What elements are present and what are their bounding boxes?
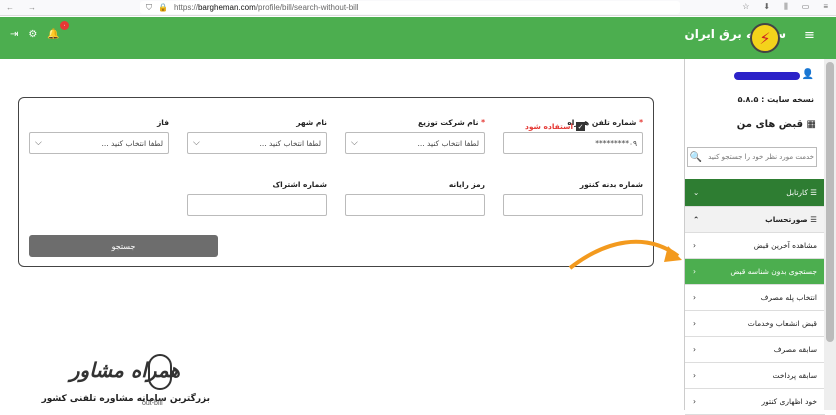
user-row: 👤 bbox=[684, 65, 824, 87]
service-search-input[interactable] bbox=[704, 153, 814, 161]
sidebar-item-label: صورتحساب bbox=[765, 215, 808, 224]
chevron-down-icon: ⌃ bbox=[693, 215, 700, 224]
my-bills-link[interactable]: ▦ قبض های من bbox=[684, 119, 824, 137]
company-select[interactable]: لطفا انتخاب کنید ... ⌵ bbox=[345, 132, 485, 154]
sidebar-menu: ☰ کارتابل ⌄ ☰ صورتحساب ⌃ مشاهده آخرین قبض ‹ جس… bbox=[685, 179, 825, 415]
search-form: * شماره تلفن همراه ۰۹********* ✓ استفاده… bbox=[18, 97, 654, 267]
sidebar-item[interactable]: سابقه مصرف ‹ bbox=[685, 337, 825, 363]
logout-icon[interactable]: ⇥ bbox=[10, 29, 18, 40]
app-header: ⇥ ⚙ 🔔 ۰ سامانه برق ایران ⚡ ≡ bbox=[0, 17, 836, 59]
shield-icon: ⛉ bbox=[146, 2, 152, 12]
sidebar: 👤 نسخه سایت : ۵.۸.۵ ▦ قبض های من 🔍 ☰ کار… bbox=[684, 59, 825, 415]
browser-nav: ← → bbox=[0, 3, 36, 12]
hamburger-icon[interactable]: ≡ bbox=[804, 28, 815, 43]
phase-label: فاز bbox=[156, 118, 169, 127]
sidebar-item-text: سابقه پرداخت bbox=[772, 371, 817, 380]
sidebar-item-label: کارتابل bbox=[786, 188, 808, 197]
browser-icons: ☆ ⬇ ⫼ ▭ ≡ bbox=[742, 2, 828, 12]
check-icon[interactable]: ✓ bbox=[576, 122, 586, 131]
version-text: نسخه سایت : ۵.۸.۵ bbox=[737, 95, 814, 104]
pocket-icon[interactable]: ⬇ bbox=[763, 2, 770, 12]
site-version: نسخه سایت : ۵.۸.۵ bbox=[684, 95, 824, 109]
sidebar-item[interactable]: قبض انشعاب وخدمات ‹ bbox=[685, 311, 825, 337]
forward-icon[interactable]: → bbox=[28, 3, 36, 12]
city-select[interactable]: لطفا انتخاب کنید ... ⌵ bbox=[187, 132, 327, 154]
annotation-arrow bbox=[568, 239, 682, 270]
notification-badge: ۰ bbox=[60, 21, 69, 30]
chevron-down-icon: ⌄ bbox=[693, 188, 700, 197]
chevron-down-icon: ⌵ bbox=[35, 138, 42, 148]
gear-icon[interactable]: ⚙ bbox=[28, 29, 37, 40]
browser-toolbar: ← → ⛉ 🔒 https://bargheman.com/profile/bi… bbox=[0, 0, 836, 16]
sidebar-item-text: انتخاب پله مصرف bbox=[761, 293, 817, 302]
chevron-down-icon: ⌵ bbox=[351, 138, 358, 148]
use-phone-checkbox[interactable]: ✓ استفاده شود bbox=[525, 122, 586, 131]
phone-input[interactable]: ۰۹********* bbox=[503, 132, 643, 154]
service-search: 🔍 bbox=[687, 147, 817, 167]
chevron-left-icon: ‹ bbox=[693, 267, 696, 276]
city-label: نام شهر bbox=[296, 118, 327, 127]
header-actions: ⇥ ⚙ 🔔 bbox=[10, 29, 60, 40]
sidebar-item[interactable]: ☰ کارتابل ⌄ bbox=[685, 179, 825, 207]
user-icon: 👤 bbox=[801, 69, 814, 80]
library-icon[interactable]: ⫼ bbox=[784, 2, 788, 12]
chevron-left-icon: ‹ bbox=[693, 293, 696, 302]
sidebar-item[interactable]: خود اظهاری کنتور ‹ bbox=[685, 389, 825, 415]
chevron-left-icon: ‹ bbox=[693, 319, 696, 328]
sidebar-item[interactable]: انتخاب پله مصرف ‹ bbox=[685, 285, 825, 311]
meter-input[interactable] bbox=[503, 194, 643, 216]
list-icon: ☰ bbox=[807, 215, 817, 224]
search-icon[interactable]: 🔍 bbox=[688, 152, 704, 163]
sidebar-item-label: سابقه پرداخت bbox=[772, 371, 817, 380]
chevron-left-icon: ‹ bbox=[693, 397, 696, 406]
status-url: out-bill bbox=[142, 400, 163, 407]
chevron-down-icon: ⌵ bbox=[193, 138, 200, 148]
sidebar-item-text: قبض انشعاب وخدمات bbox=[748, 319, 817, 328]
sidebar-item-label: قبض انشعاب وخدمات bbox=[747, 319, 817, 328]
sidebar-item[interactable]: جستجوی بدون شناسه قبض ‹ bbox=[685, 259, 825, 285]
sidebar-item-text: سابقه مصرف bbox=[774, 345, 817, 354]
lock-icon: 🔒 bbox=[158, 3, 168, 12]
scrollbar-thumb[interactable] bbox=[826, 62, 834, 342]
chevron-left-icon: ‹ bbox=[693, 345, 696, 354]
url-text: https://bargheman.com/profile/bill/searc… bbox=[173, 3, 359, 12]
watermark-title: همراه مشاور bbox=[69, 358, 180, 382]
sidebar-item-text: جستجوی بدون شناسه قبض bbox=[730, 267, 817, 276]
phase-select[interactable]: لطفا انتخاب کنید ... ⌵ bbox=[29, 132, 169, 154]
watermark: همراه مشاور بزرگترین سامانه مشاوره تلفنی… bbox=[10, 350, 210, 410]
sidebar-item-text: ☰ صورتحساب bbox=[765, 215, 817, 224]
more-menu-icon[interactable]: ≡ bbox=[823, 2, 828, 12]
list-icon: ☰ bbox=[807, 188, 817, 197]
sidebar-item-text: خود اظهاری کنتور bbox=[762, 397, 818, 406]
code-input[interactable] bbox=[345, 194, 485, 216]
redacted-username bbox=[734, 72, 800, 80]
sidebar-item[interactable]: مشاهده آخرین قبض ‹ bbox=[685, 233, 825, 259]
app-logo: ⚡ bbox=[750, 23, 780, 53]
subscription-input[interactable] bbox=[187, 194, 327, 216]
sidebar-item-label: انتخاب پله مصرف bbox=[760, 293, 817, 302]
sidebar-item-label: خود اظهاری کنتور bbox=[761, 397, 818, 406]
search-button[interactable]: جستجو bbox=[29, 235, 218, 257]
subscription-label: شماره اشتراک bbox=[272, 180, 328, 189]
sidebar-item[interactable]: سابقه پرداخت ‹ bbox=[685, 363, 825, 389]
use-phone-label: استفاده شود bbox=[525, 122, 574, 131]
meter-label: شماره بدنه کنتور bbox=[579, 180, 643, 189]
sidebar-item[interactable]: ☰ صورتحساب ⌃ bbox=[685, 207, 825, 233]
sidebar-item-text: ☰ کارتابل bbox=[786, 188, 817, 197]
my-bills-label: قبض های من bbox=[736, 119, 804, 130]
bookmark-star-icon[interactable]: ☆ bbox=[742, 2, 749, 12]
back-icon[interactable]: ← bbox=[6, 3, 14, 12]
code-label: رمز رایانه bbox=[448, 180, 485, 189]
sidebar-item-label: مشاهده آخرین قبض bbox=[753, 241, 817, 250]
address-bar[interactable]: ⛉ 🔒 https://bargheman.com/profile/bill/s… bbox=[140, 1, 680, 14]
watermark-subtitle: بزرگترین سامانه مشاوره تلفنی کشور bbox=[41, 394, 210, 404]
sidebar-item-label: جستجوی بدون شناسه قبض bbox=[730, 267, 817, 276]
reader-icon[interactable]: ▭ bbox=[802, 2, 810, 12]
company-label: * نام شرکت توزیع bbox=[417, 118, 485, 127]
sidebar-item-label: سابقه مصرف bbox=[773, 345, 817, 354]
chevron-left-icon: ‹ bbox=[693, 241, 696, 250]
chevron-left-icon: ‹ bbox=[693, 371, 696, 380]
sidebar-item-text: مشاهده آخرین قبض bbox=[754, 241, 817, 250]
bell-icon[interactable]: 🔔 bbox=[47, 29, 59, 40]
